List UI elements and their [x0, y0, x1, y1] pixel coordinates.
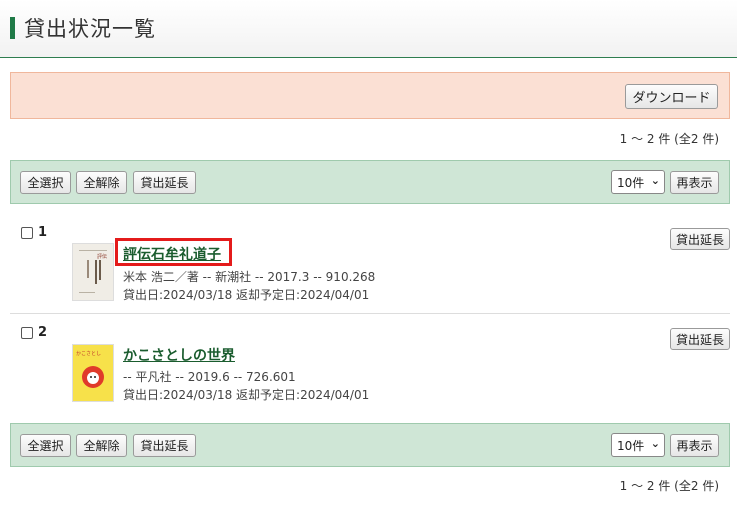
- chevron-down-icon: ⌄: [650, 437, 660, 450]
- toolbar-top: 全選択 全解除 貸出延長 10件 ⌄ 再表示: [10, 160, 730, 204]
- download-panel: ダウンロード: [10, 72, 730, 119]
- toolbar-bottom: 全選択 全解除 貸出延長 10件 ⌄ 再表示: [10, 423, 730, 467]
- redisplay-button[interactable]: 再表示: [670, 434, 719, 457]
- per-page-select[interactable]: 10件 ⌄: [611, 170, 665, 194]
- deselect-all-button[interactable]: 全解除: [76, 434, 127, 457]
- result-count-top: 1 ～ 2 件 (全2 件): [619, 132, 719, 146]
- item-divider: [10, 313, 730, 314]
- item-checkbox[interactable]: [21, 327, 33, 339]
- per-page-select[interactable]: 10件 ⌄: [611, 433, 665, 457]
- item-extend-button[interactable]: 貸出延長: [670, 328, 730, 350]
- item-number: 2: [38, 325, 48, 340]
- loan-dates: 貸出日:2024/03/18 返却予定日:2024/04/01: [123, 388, 370, 402]
- svg-text:評伝: 評伝: [97, 253, 107, 260]
- extend-loan-button[interactable]: 貸出延長: [133, 434, 196, 457]
- result-count-bottom: 1 ～ 2 件 (全2 件): [619, 479, 719, 493]
- extend-loan-button[interactable]: 貸出延長: [133, 171, 196, 194]
- chevron-down-icon: ⌄: [650, 174, 660, 187]
- loan-dates: 貸出日:2024/03/18 返却予定日:2024/04/01: [123, 288, 370, 302]
- select-all-button[interactable]: 全選択: [20, 434, 71, 457]
- per-page-value: 10件: [617, 438, 645, 453]
- highlight-box: [115, 238, 232, 266]
- book-meta: 米本 浩二／著 -- 新潮社 -- 2017.3 -- 910.268: [123, 270, 376, 284]
- select-all-button[interactable]: 全選択: [20, 171, 71, 194]
- page-title: 貸出状況一覧: [24, 17, 156, 41]
- book-title-link[interactable]: かこさとしの世界: [123, 345, 235, 365]
- download-button[interactable]: ダウンロード: [625, 84, 718, 109]
- book-cover-thumbnail: 評伝: [72, 243, 114, 301]
- redisplay-button[interactable]: 再表示: [670, 171, 719, 194]
- per-page-value: 10件: [617, 175, 645, 190]
- svg-text:かこさとし: かこさとし: [76, 350, 101, 357]
- page-header: 貸出状況一覧: [0, 0, 737, 58]
- title-accent-bar: [10, 17, 15, 39]
- book-meta: -- 平凡社 -- 2019.6 -- 726.601: [123, 370, 296, 384]
- item-number: 1: [38, 225, 48, 240]
- book-cover-thumbnail: かこさとし: [72, 344, 114, 402]
- item-checkbox[interactable]: [21, 227, 33, 239]
- item-extend-button[interactable]: 貸出延長: [670, 228, 730, 250]
- deselect-all-button[interactable]: 全解除: [76, 171, 127, 194]
